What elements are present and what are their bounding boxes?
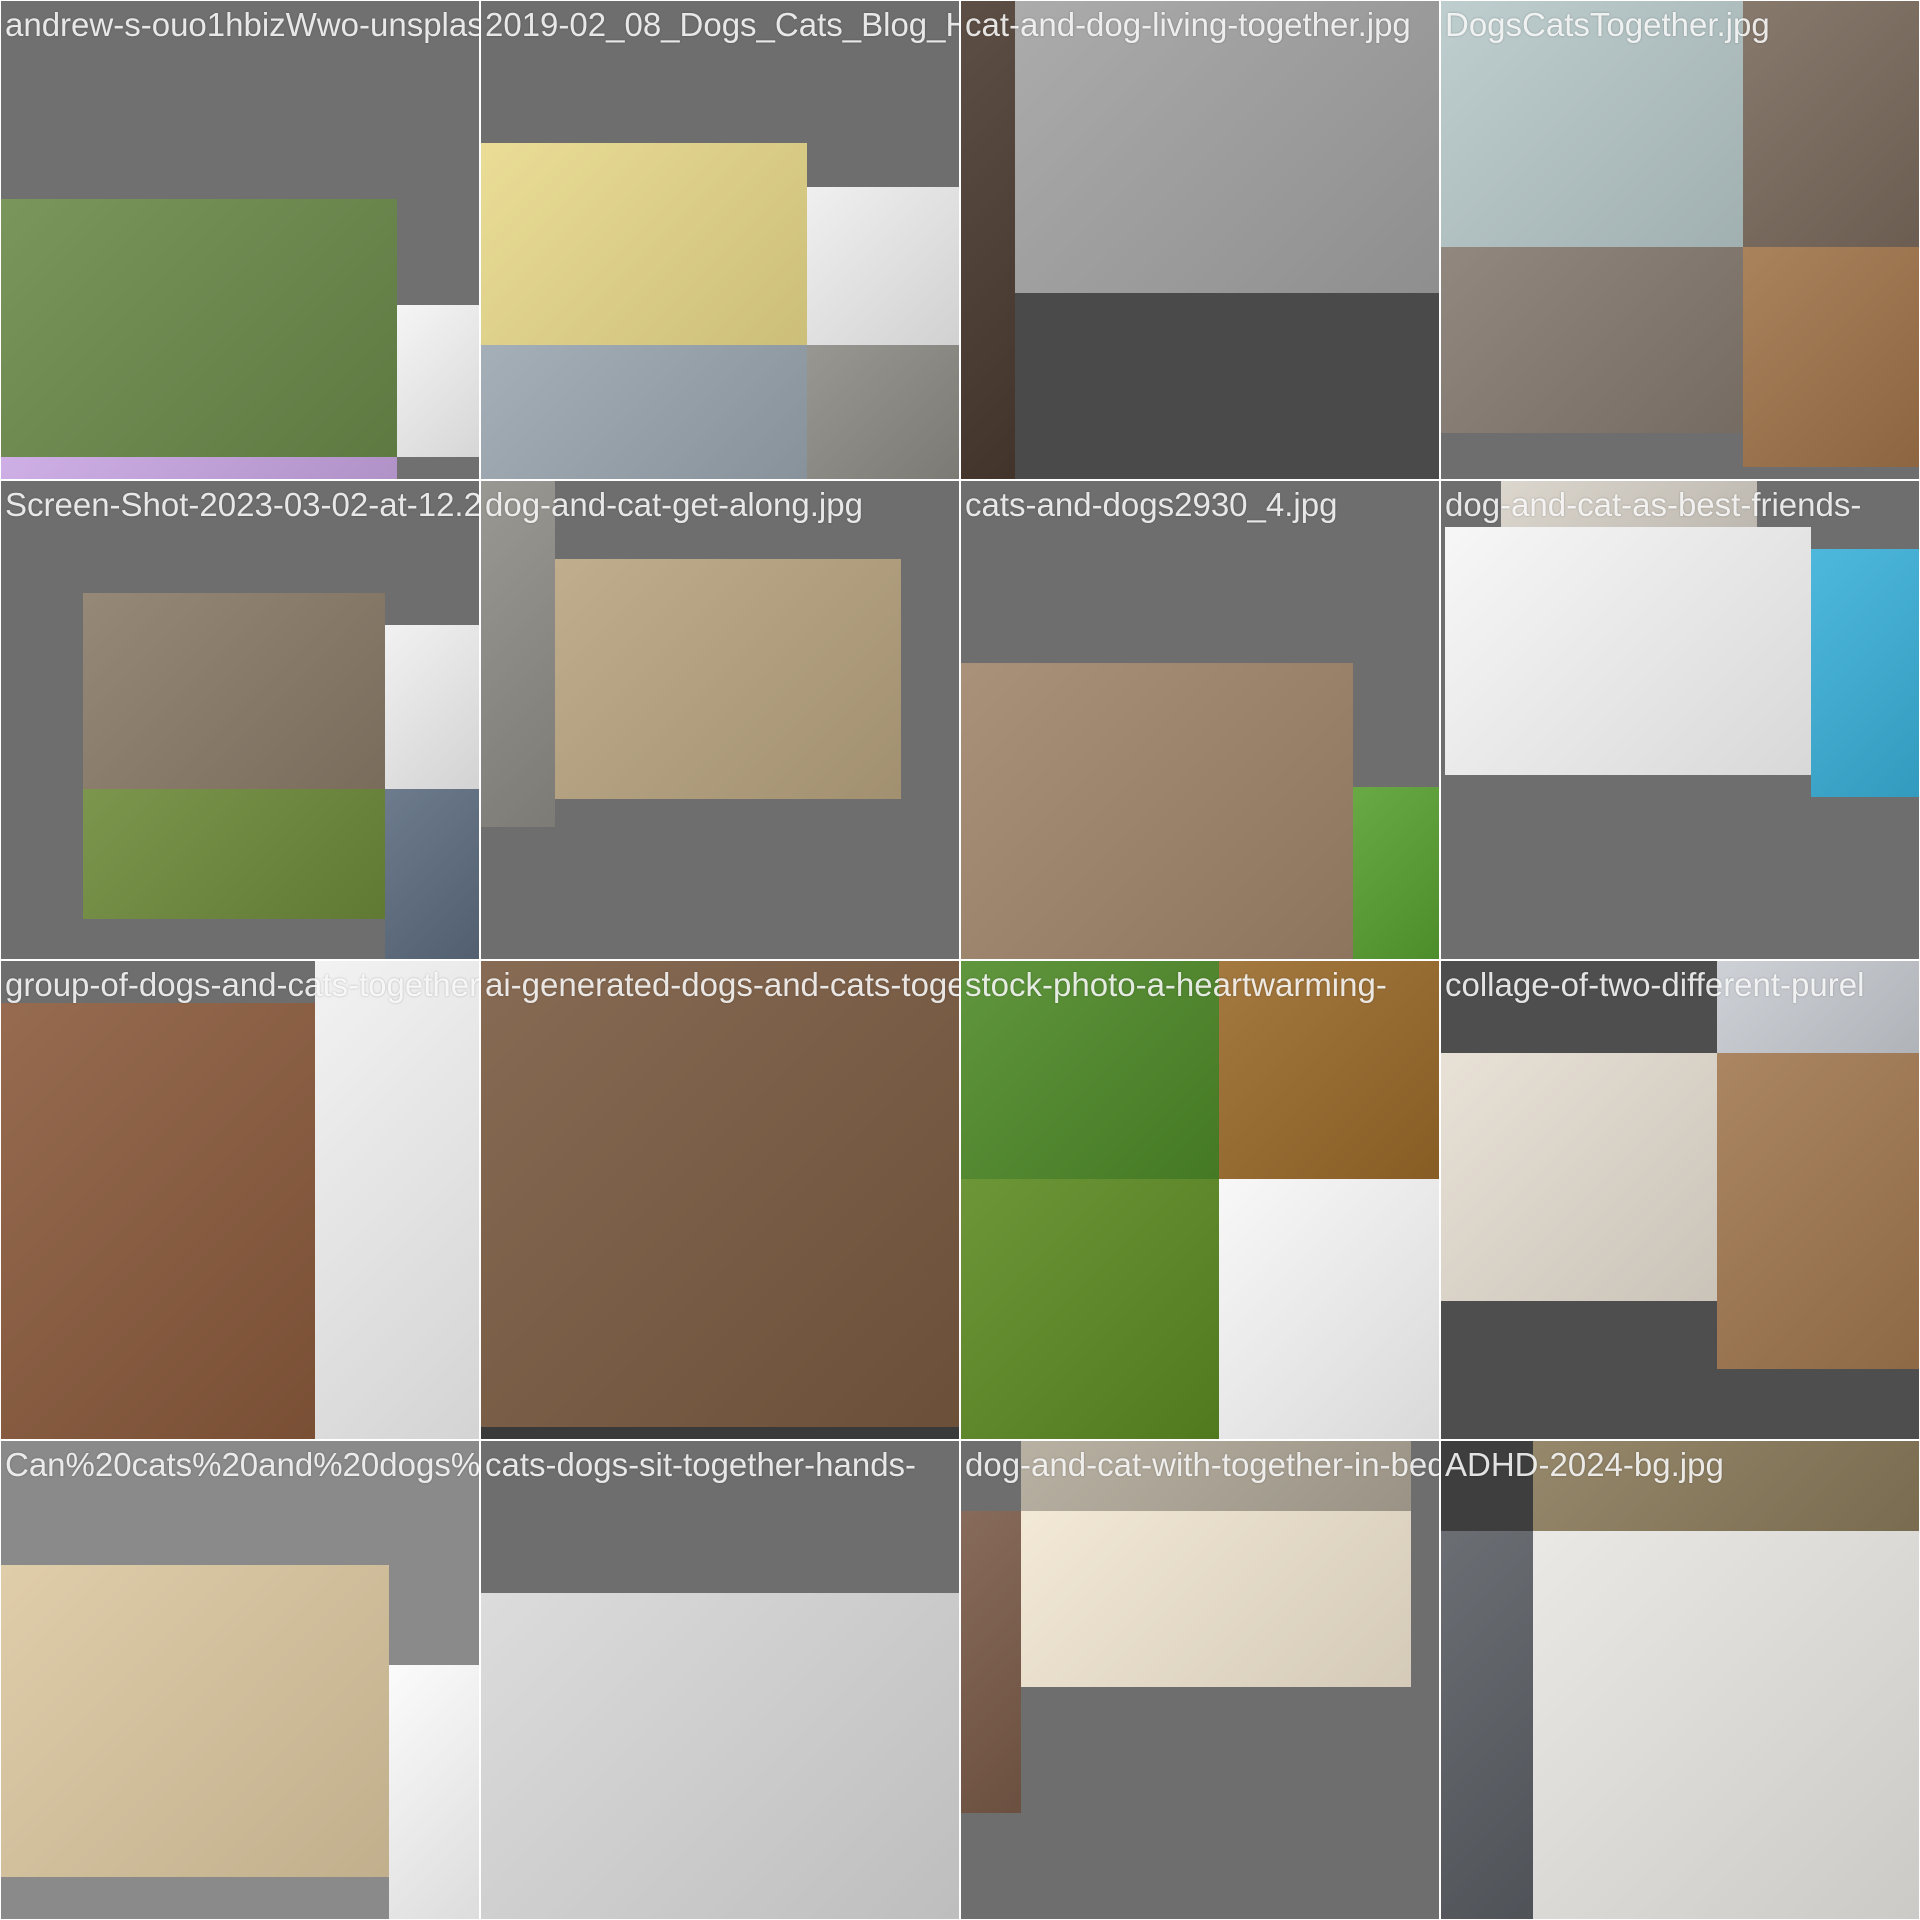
french-bulldog-and-siamese-kitten-photo: [1445, 527, 1811, 775]
cat-edge-photo: [385, 789, 479, 959]
gallery-tile[interactable]: Can%20cats%20and%20dogs%20live%20togethe…: [1, 1441, 479, 1919]
puppy-on-white-photo: [385, 625, 479, 789]
tile-filename-caption: 2019-02_08_Dogs_Cats_Blog_Header-768x432…: [485, 6, 959, 43]
spaniel-puppy-and-grey-kitten-photo: [1533, 1531, 1919, 1919]
striped-shirt-photo: [1717, 961, 1919, 1053]
gallery-tile[interactable]: DogsCatsTogether.jpg: [1441, 1, 1919, 479]
gallery-tile[interactable]: dog-and-cat-with-together-in-bed: [961, 1441, 1439, 1919]
white-dog-and-kitten-in-suits-photo: [481, 143, 807, 345]
top-strip-photo: [1021, 1441, 1411, 1511]
cat-and-dog-in-doorway-photo: [1743, 247, 1919, 467]
gallery-tile[interactable]: Screen-Shot-2023-03-02-at-12.29.20-PM.pn…: [1, 481, 479, 959]
gallery-tile[interactable]: andrew-s-ouo1hbizWwo-unsplash-1210x675.j…: [1, 1, 479, 479]
tile-filename-caption: Screen-Shot-2023-03-02-at-12.29.20-PM.pn…: [5, 486, 479, 523]
pug-and-cat-photo: [1441, 1, 1743, 247]
pets-eating-from-bowls-photo: [1441, 247, 1743, 433]
image-gallery-grid: andrew-s-ouo1hbizWwo-unsplash-1210x675.j…: [0, 0, 1920, 1920]
jack-russell-and-siamese-cat-photo: [961, 663, 1353, 959]
cat-on-grass-stock-photo: [961, 961, 1219, 1179]
golden-retriever-and-grey-cat-eating-photo: [1, 1565, 389, 1877]
gallery-tile[interactable]: dog-and-cat-as-best-friends-: [1441, 481, 1919, 959]
tile-filename-caption: cats-and-dogs2930_4.jpg: [965, 486, 1338, 523]
gallery-tile[interactable]: ADHD-2024-bg.jpg: [1441, 1441, 1919, 1919]
terrier-and-kitten-outdoors-photo: [481, 345, 807, 479]
tile-filename-caption: cats-dogs-sit-together-hands-: [485, 1446, 917, 1483]
grey-dog-and-cat-in-barn-photo: [83, 593, 385, 789]
dark-side-photo: [1441, 1531, 1533, 1919]
dogs-cats-and-bird-collage-photo: [807, 187, 959, 345]
puppy-on-green-field-photo: [961, 1179, 1219, 1439]
puppy-and-kitten-on-grass-photo: [83, 789, 385, 919]
dog-and-cat-cuddling-photo: [555, 559, 901, 799]
kittens-on-sleeping-dog-photo: [1, 1003, 315, 1439]
gallery-tile[interactable]: cat-and-dog-living-together.jpg: [961, 1, 1439, 479]
small-dog-cutout-photo: [397, 305, 479, 457]
pets-on-sofa-photo: [1743, 1, 1919, 247]
cat-on-white-photo: [315, 961, 479, 1439]
gallery-tile[interactable]: 2019-02_08_Dogs_Cats_Blog_Header-768x432…: [481, 1, 959, 479]
dogs-group-on-white-photo: [1219, 1179, 1439, 1439]
kitten-and-puppy-sleeping-photo: [1021, 1511, 1411, 1687]
lavender-strip-photo: [1, 457, 397, 479]
gallery-tile[interactable]: collage-of-two-different-purel: [1441, 961, 1919, 1439]
group-of-dogs-running-photo: [1015, 1, 1439, 293]
tabby-cat-and-puppy-on-grass-photo: [1, 199, 397, 457]
sleeping-kitten-and-puppy-photo: [1441, 1053, 1717, 1301]
cat-on-blue-background-photo: [1811, 549, 1919, 797]
dark-edge-photo: [961, 1, 1015, 479]
stone-column-photo: [481, 481, 555, 827]
cat-sleeping-on-dog-photo: [1717, 1053, 1919, 1369]
green-grass-photo: [1353, 787, 1439, 959]
gallery-tile[interactable]: cats-dogs-sit-together-hands-: [481, 1441, 959, 1919]
gallery-tile[interactable]: ai-generated-dogs-and-cats-together-phot…: [481, 961, 959, 1439]
gallery-tile[interactable]: cats-and-dogs2930_4.jpg: [961, 481, 1439, 959]
white-strip-photo: [389, 1665, 479, 1919]
dog-on-blanket-photo: [961, 1511, 1021, 1813]
tile-filename-caption: andrew-s-ouo1hbizWwo-unsplash-1210x675.j…: [5, 6, 479, 43]
stone-wall-photo: [807, 345, 959, 479]
gallery-tile[interactable]: stock-photo-a-heartwarming-: [961, 961, 1439, 1439]
gallery-tile[interactable]: group-of-dogs-and-cats-together: [1, 961, 479, 1439]
top-strip-photo: [1501, 481, 1757, 527]
tile-filename-caption: Can%20cats%20and%20dogs%20live%20togethe…: [5, 1446, 479, 1483]
dogs-and-cats-peeking-over-edge-photo: [481, 1593, 959, 1919]
golden-dog-and-ginger-kitten-photo: [481, 961, 959, 1427]
dog-top-photo: [1533, 1441, 1919, 1531]
gallery-tile[interactable]: dog-and-cat-get-along.jpg: [481, 481, 959, 959]
autumn-leaves-photo: [1219, 961, 1439, 1179]
